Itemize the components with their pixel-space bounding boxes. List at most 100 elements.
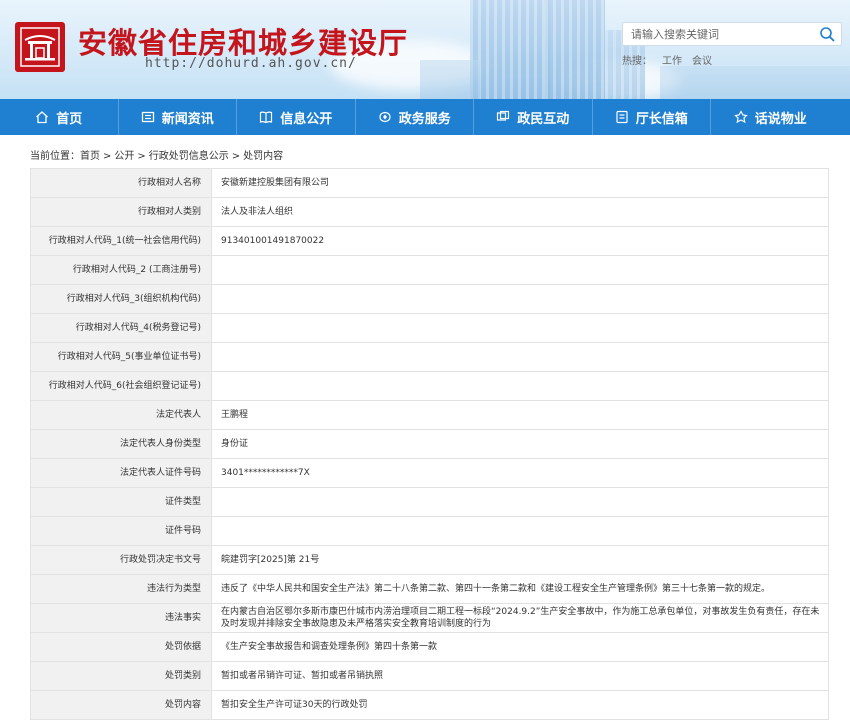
field-label: 处罚内容 xyxy=(30,690,212,720)
table-row: 处罚内容 暂扣安全生产许可证30天的行政处罚 xyxy=(30,690,829,720)
building-decoration xyxy=(660,66,850,99)
field-value: 暂扣安全生产许可证30天的行政处罚 xyxy=(211,690,829,720)
field-value xyxy=(211,255,829,285)
main-nav: 首页 新闻资讯 信息公开 政务服务 政民互动 厅长信箱 话说物业 xyxy=(0,99,850,135)
table-row: 证件类型 xyxy=(30,487,829,517)
nav-item-label: 新闻资讯 xyxy=(161,111,214,127)
field-value: 王鹏程 xyxy=(211,400,829,430)
penalty-detail-table: 行政相对人名称 安徽新建控股集团有限公司 行政相对人类别 法人及非法人组织 行政相对… xyxy=(30,168,829,720)
breadcrumb-separator: > xyxy=(137,151,146,162)
table-row: 处罚依据 《生产安全事故报告和调查处理条例》第四十条第一款 xyxy=(30,632,829,662)
field-label: 证件类型 xyxy=(30,487,212,517)
field-label: 行政相对人代码_4(税务登记号) xyxy=(30,313,212,343)
field-value: 在内蒙古自治区鄂尔多斯市康巴什城市内涝治理项目二期工程一标段“2024.9.2”… xyxy=(211,603,829,633)
breadcrumb-separator: > xyxy=(231,151,241,162)
table-row: 处罚类别 暂扣或者吊销许可证、暂扣或者吊销执照 xyxy=(30,661,829,691)
field-label: 行政相对人代码_5(事业单位证书号) xyxy=(30,342,212,372)
field-label: 行政相对人类别 xyxy=(30,197,212,227)
nav-item-home[interactable]: 首页 xyxy=(0,99,119,135)
field-label: 证件号码 xyxy=(30,516,212,546)
field-label: 法定代表人身份类型 xyxy=(30,429,212,459)
table-row: 法定代表人身份类型 身份证 xyxy=(30,429,829,459)
table-row: 行政相对人代码_1(统一社会信用代码) 913401001491870022 xyxy=(30,226,829,256)
table-row: 行政相对人代码_4(税务登记号) xyxy=(30,313,829,343)
field-value xyxy=(211,487,829,517)
field-value xyxy=(211,313,829,343)
nav-item-label: 话说物业 xyxy=(754,111,807,127)
table-row: 行政处罚决定书文号 皖建罚字[2025]第 21号 xyxy=(30,545,829,575)
field-value: 身份证 xyxy=(211,429,829,459)
breadcrumb-separator: > xyxy=(103,151,112,162)
site-header: 安徽省住房和城乡建设厅 http://dohurd.ah.gov.cn/ 热搜：… xyxy=(0,0,850,99)
field-label: 行政相对人代码_3(组织机构代码) xyxy=(30,284,212,314)
breadcrumb-link-penalty-info[interactable]: 行政处罚信息公示 xyxy=(149,151,229,162)
breadcrumb-link-current[interactable]: 处罚内容 xyxy=(243,151,283,162)
field-value: 安徽新建控股集团有限公司 xyxy=(211,168,829,198)
field-label: 行政处罚决定书文号 xyxy=(30,545,212,575)
table-row: 行政相对人代码_3(组织机构代码) xyxy=(30,284,829,314)
nav-item-label: 政务服务 xyxy=(398,111,451,127)
field-label: 行政相对人代码_6(社会组织登记证号) xyxy=(30,371,212,401)
site-logo[interactable] xyxy=(15,22,65,72)
search-icon[interactable] xyxy=(819,26,835,42)
nav-item-property[interactable]: 话说物业 xyxy=(711,99,830,135)
field-label: 法定代表人 xyxy=(30,400,212,430)
field-value: 3401************7X xyxy=(211,458,829,488)
table-row: 行政相对人代码_2 (工商注册号) xyxy=(30,255,829,285)
field-value: 法人及非法人组织 xyxy=(211,197,829,227)
field-label: 处罚依据 xyxy=(30,632,212,662)
field-value: 皖建罚字[2025]第 21号 xyxy=(211,545,829,575)
nav-item-mailbox[interactable]: 厅长信箱 xyxy=(593,99,711,135)
nav-item-label: 政民互动 xyxy=(517,111,570,127)
logo-emblem-icon xyxy=(20,27,60,67)
field-value xyxy=(211,342,829,372)
site-url: http://dohurd.ah.gov.cn/ xyxy=(145,56,357,71)
breadcrumb-link-home[interactable]: 首页 xyxy=(80,151,100,162)
search-box xyxy=(622,22,842,46)
field-value xyxy=(211,516,829,546)
nav-item-label: 首页 xyxy=(56,111,83,127)
table-row: 违法事实 在内蒙古自治区鄂尔多斯市康巴什城市内涝治理项目二期工程一标段“2024.… xyxy=(30,603,829,633)
mailbox-icon xyxy=(616,110,628,124)
hot-word-link[interactable]: 工作 xyxy=(662,56,682,67)
nav-item-info[interactable]: 信息公开 xyxy=(237,99,356,135)
building-decoration xyxy=(470,0,550,99)
field-label: 违法行为类型 xyxy=(30,574,212,604)
field-label: 处罚类别 xyxy=(30,661,212,691)
search-input[interactable] xyxy=(623,23,813,46)
field-value: 暂扣或者吊销许可证、暂扣或者吊销执照 xyxy=(211,661,829,691)
table-row: 法定代表人 王鹏程 xyxy=(30,400,829,430)
field-label: 行政相对人名称 xyxy=(30,168,212,198)
breadcrumb-link-public[interactable]: 公开 xyxy=(114,151,134,162)
field-label: 违法事实 xyxy=(30,603,212,633)
table-row: 法定代表人证件号码 3401************7X xyxy=(30,458,829,488)
field-value xyxy=(211,371,829,401)
book-icon xyxy=(260,111,273,124)
table-row: 违法行为类型 违反了《中华人民共和国安全生产法》第二十八条第二款、第四十一条第二款… xyxy=(30,574,829,604)
home-icon xyxy=(36,111,49,124)
field-label: 行政相对人代码_1(统一社会信用代码) xyxy=(30,226,212,256)
building-decoration xyxy=(420,60,480,99)
field-label: 法定代表人证件号码 xyxy=(30,458,212,488)
nav-item-interaction[interactable]: 政民互动 xyxy=(474,99,593,135)
nav-item-news[interactable]: 新闻资讯 xyxy=(119,99,237,135)
hot-search-label: 热搜： xyxy=(622,56,652,67)
building-decoration xyxy=(545,0,605,99)
hot-word-link[interactable]: 会议 xyxy=(692,56,712,67)
field-value xyxy=(211,284,829,314)
field-value: 《生产安全事故报告和调查处理条例》第四十条第一款 xyxy=(211,632,829,662)
nav-item-service[interactable]: 政务服务 xyxy=(356,99,474,135)
field-value: 913401001491870022 xyxy=(211,226,829,256)
breadcrumb-prefix: 当前位置： xyxy=(30,151,80,162)
field-label: 行政相对人代码_2 (工商注册号) xyxy=(30,255,212,285)
table-row: 证件号码 xyxy=(30,516,829,546)
table-row: 行政相对人名称 安徽新建控股集团有限公司 xyxy=(30,168,829,198)
table-row: 行政相对人代码_5(事业单位证书号) xyxy=(30,342,829,372)
table-row: 行政相对人类别 法人及非法人组织 xyxy=(30,197,829,227)
service-icon xyxy=(379,111,391,123)
property-icon xyxy=(733,110,748,124)
field-value: 违反了《中华人民共和国安全生产法》第二十八条第二款、第四十一条第二款和《建设工程… xyxy=(211,574,829,604)
table-row: 行政相对人代码_6(社会组织登记证号) xyxy=(30,371,829,401)
nav-item-label: 信息公开 xyxy=(280,111,333,127)
nav-item-label: 厅长信箱 xyxy=(635,111,688,127)
